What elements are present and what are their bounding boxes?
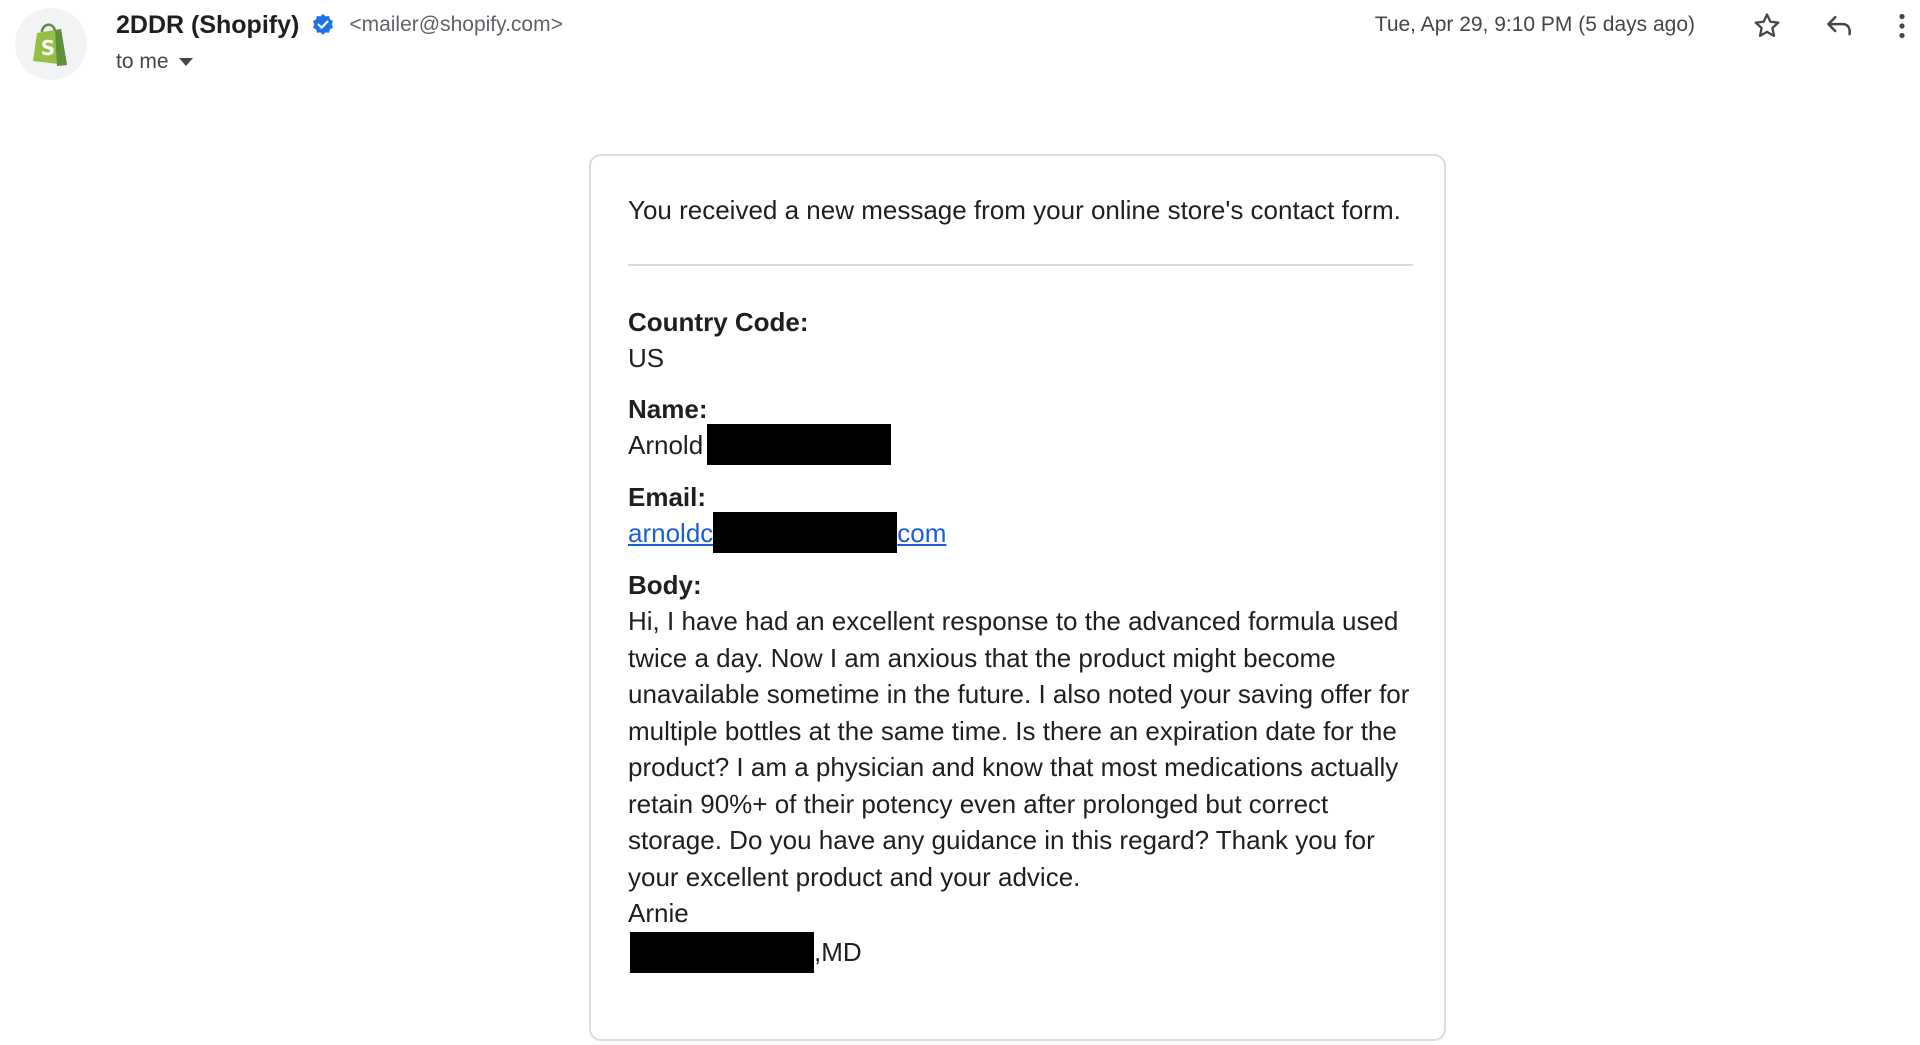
- signature-line: ,MD: [628, 931, 1413, 973]
- sender-name[interactable]: 2DDR (Shopify): [116, 11, 299, 40]
- country-code-value: US: [628, 343, 665, 373]
- signature-redaction: [630, 931, 814, 973]
- more-vertical-icon[interactable]: [1884, 6, 1920, 46]
- reply-icon[interactable]: [1819, 6, 1859, 46]
- email-link[interactable]: arnoldc com: [628, 511, 947, 553]
- star-icon[interactable]: [1747, 6, 1787, 46]
- signature-credential: ,MD: [814, 937, 862, 967]
- sender-avatar[interactable]: S: [15, 8, 87, 80]
- email-suffix: com: [897, 518, 947, 549]
- body-field: Body: Hi, I have had an excellent respon…: [628, 567, 1413, 973]
- intro-text: You received a new message from your onl…: [628, 195, 1401, 225]
- country-code-field: Country Code: US: [628, 304, 1413, 377]
- verified-icon[interactable]: [311, 13, 335, 37]
- message-card: You received a new message from your onl…: [589, 154, 1446, 1041]
- recipient-label: to me: [116, 50, 169, 73]
- email-prefix: arnoldc: [628, 518, 714, 549]
- chevron-down-icon[interactable]: [178, 58, 193, 66]
- name-field: Name: Arnold: [628, 391, 1413, 465]
- name-redaction: [707, 423, 892, 465]
- body-text: Hi, I have had an excellent response to …: [628, 606, 1410, 892]
- svg-text:S: S: [41, 36, 55, 60]
- signoff: Arnie: [628, 898, 689, 929]
- name-value: Arnold: [628, 430, 704, 460]
- sender-line: 2DDR (Shopify) <mailer@shopify.com>: [116, 8, 563, 42]
- recipient-details-toggle[interactable]: to me: [116, 47, 193, 77]
- name-label: Name:: [628, 393, 708, 424]
- message-header: S 2DDR (Shopify) <mailer@shopify.com> to…: [0, 0, 1920, 100]
- divider: [628, 263, 1413, 266]
- sender-email: <mailer@shopify.com>: [349, 13, 563, 36]
- email-value-row: arnoldc com: [628, 511, 1413, 553]
- email-field: Email: arnoldc com: [628, 479, 1413, 553]
- country-code-label: Country Code:: [628, 306, 809, 337]
- name-value-row: Arnold: [628, 423, 1413, 465]
- email-redaction: [713, 511, 898, 553]
- email-label: Email:: [628, 481, 707, 512]
- shopify-logo-icon: S: [33, 23, 67, 66]
- body-label: Body:: [628, 569, 702, 600]
- message-date: Tue, Apr 29, 9:10 PM (5 days ago): [1374, 13, 1695, 36]
- message-content: You received a new message from your onl…: [628, 192, 1413, 973]
